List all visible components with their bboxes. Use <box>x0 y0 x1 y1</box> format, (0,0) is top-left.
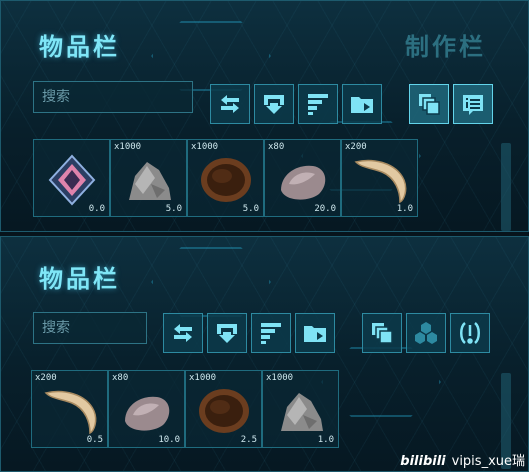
alert-button[interactable] <box>450 313 490 353</box>
inventory-title: 物品栏 <box>39 33 120 61</box>
slot-quantity: x1000 <box>191 142 219 152</box>
transfer-button[interactable] <box>163 313 203 353</box>
inventory-panel-top: 物品栏 制作栏 搜索 0.0 x1000 5.0 x1000 5.0 x80 2… <box>0 0 529 232</box>
slot-quantity: x200 <box>345 142 367 152</box>
info-list-icon <box>463 95 483 115</box>
alert-icon <box>460 322 480 344</box>
stone-icon <box>281 393 323 431</box>
stack-view-button[interactable] <box>409 84 449 124</box>
slot-weight: 0.5 <box>86 435 103 445</box>
search-input[interactable] <box>33 81 193 113</box>
folder-button[interactable] <box>342 84 382 124</box>
inventory-slot[interactable]: x200 0.5 <box>31 370 108 448</box>
inventory-panel-bottom: 物品栏 搜索 x200 0.5 x80 10.0 x1000 2.5 x1000… <box>0 236 529 472</box>
watermark-user: vipis_xue瑞 <box>451 454 525 469</box>
slot-weight: 5.0 <box>242 204 259 214</box>
stack-icon <box>372 323 393 344</box>
hex-decoration <box>321 347 441 417</box>
hex-cluster-icon <box>415 322 437 344</box>
slot-quantity: x1000 <box>266 373 294 383</box>
drop-button[interactable] <box>254 84 294 124</box>
transfer-button[interactable] <box>210 84 250 124</box>
hex-grid-button[interactable] <box>406 313 446 353</box>
inventory-slot[interactable]: x1000 1.0 <box>262 370 339 448</box>
sort-list-icon <box>308 94 328 115</box>
horn-icon <box>44 390 97 435</box>
inventory-slot[interactable]: x1000 5.0 <box>110 139 187 217</box>
scrollbar[interactable] <box>501 143 511 231</box>
slot-weight: 0.0 <box>88 204 105 214</box>
stack-view-button[interactable] <box>362 313 402 353</box>
stack-icon <box>419 94 440 115</box>
slot-weight: 1.0 <box>317 435 334 445</box>
slot-weight: 20.0 <box>314 204 336 214</box>
info-view-button[interactable] <box>453 84 493 124</box>
hide-icon <box>201 158 251 202</box>
inventory-slot[interactable]: x1000 5.0 <box>187 139 264 217</box>
crystal-icon <box>48 154 96 206</box>
slot-quantity: x80 <box>268 142 285 152</box>
crafting-tab[interactable]: 制作栏 <box>405 27 486 62</box>
slot-weight: 5.0 <box>165 204 182 214</box>
slot-quantity: x1000 <box>189 373 217 383</box>
slot-weight: 10.0 <box>158 435 180 445</box>
folder-icon <box>351 97 373 113</box>
inventory-slot[interactable]: x80 20.0 <box>264 139 341 217</box>
slot-quantity: x1000 <box>114 142 142 152</box>
drop-arrow-icon <box>217 324 237 343</box>
inventory-slot[interactable]: x80 10.0 <box>108 370 185 448</box>
swap-arrows-icon <box>221 95 239 113</box>
flint-icon <box>125 396 170 431</box>
sort-list-icon <box>261 323 281 344</box>
search-input[interactable] <box>33 312 147 344</box>
sort-button[interactable] <box>298 84 338 124</box>
inventory-slot[interactable]: x1000 2.5 <box>185 370 262 448</box>
slot-weight: 2.5 <box>240 435 257 445</box>
drop-arrow-icon <box>264 95 284 114</box>
drop-button[interactable] <box>207 313 247 353</box>
flint-icon <box>281 165 326 200</box>
hex-decoration <box>151 247 271 317</box>
watermark: bilibili vipis_xue瑞 <box>400 450 525 469</box>
folder-button[interactable] <box>295 313 335 353</box>
slot-weight: 1.0 <box>396 204 413 214</box>
stone-icon <box>129 162 171 200</box>
inventory-slot[interactable]: 0.0 <box>33 139 110 217</box>
folder-icon <box>304 326 326 342</box>
bilibili-logo: bilibili <box>400 454 446 469</box>
swap-arrows-icon <box>174 324 192 342</box>
slot-quantity: x200 <box>35 373 57 383</box>
hide-icon <box>199 389 249 433</box>
horn-icon <box>354 159 407 204</box>
inventory-slot[interactable]: x200 1.0 <box>341 139 418 217</box>
slot-quantity: x80 <box>112 373 129 383</box>
inventory-title: 物品栏 <box>39 265 120 293</box>
sort-button[interactable] <box>251 313 291 353</box>
